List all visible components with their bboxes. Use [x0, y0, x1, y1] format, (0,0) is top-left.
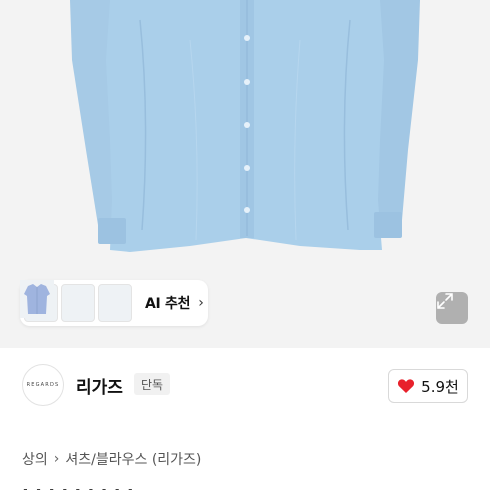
heart-icon — [398, 379, 415, 393]
like-button[interactable]: 5.9천 — [388, 369, 468, 403]
product-title-text: · · · · · · · · · — [22, 482, 134, 490]
like-count: 5.9천 — [421, 377, 459, 396]
chevron-right-icon: › — [53, 451, 60, 467]
ai-recommend-button[interactable]: AI 추천 › — [145, 284, 204, 322]
breadcrumb-category[interactable]: 상의 — [22, 449, 48, 469]
brand-row: REGARDS 리가즈 단독 5.9천 — [0, 352, 490, 422]
product-image[interactable]: AI 추천 › — [0, 0, 490, 348]
ai-recommend-label: AI 추천 — [145, 296, 191, 312]
breadcrumb: 상의 › 셔츠/블라우스 (리가즈) — [22, 449, 201, 469]
thumbnail-strip: AI 추천 › — [20, 280, 208, 326]
expand-image-button[interactable] — [436, 292, 468, 324]
expand-arrows-icon — [437, 293, 453, 309]
chevron-right-icon: › — [198, 295, 204, 311]
thumb-periwinkle-shirt[interactable] — [20, 280, 132, 322]
product-title-partial: · · · · · · · · · — [22, 482, 442, 490]
exclusive-badge: 단독 — [134, 373, 171, 395]
brand-name[interactable]: 리가즈 — [76, 373, 123, 398]
thumb-mint-shirt[interactable] — [20, 280, 95, 322]
brand-logo[interactable]: REGARDS — [22, 364, 64, 406]
breadcrumb-subcategory[interactable]: 셔츠/블라우스 (리가즈) — [65, 449, 201, 469]
brand-logo-text: REGARDS — [26, 382, 60, 388]
